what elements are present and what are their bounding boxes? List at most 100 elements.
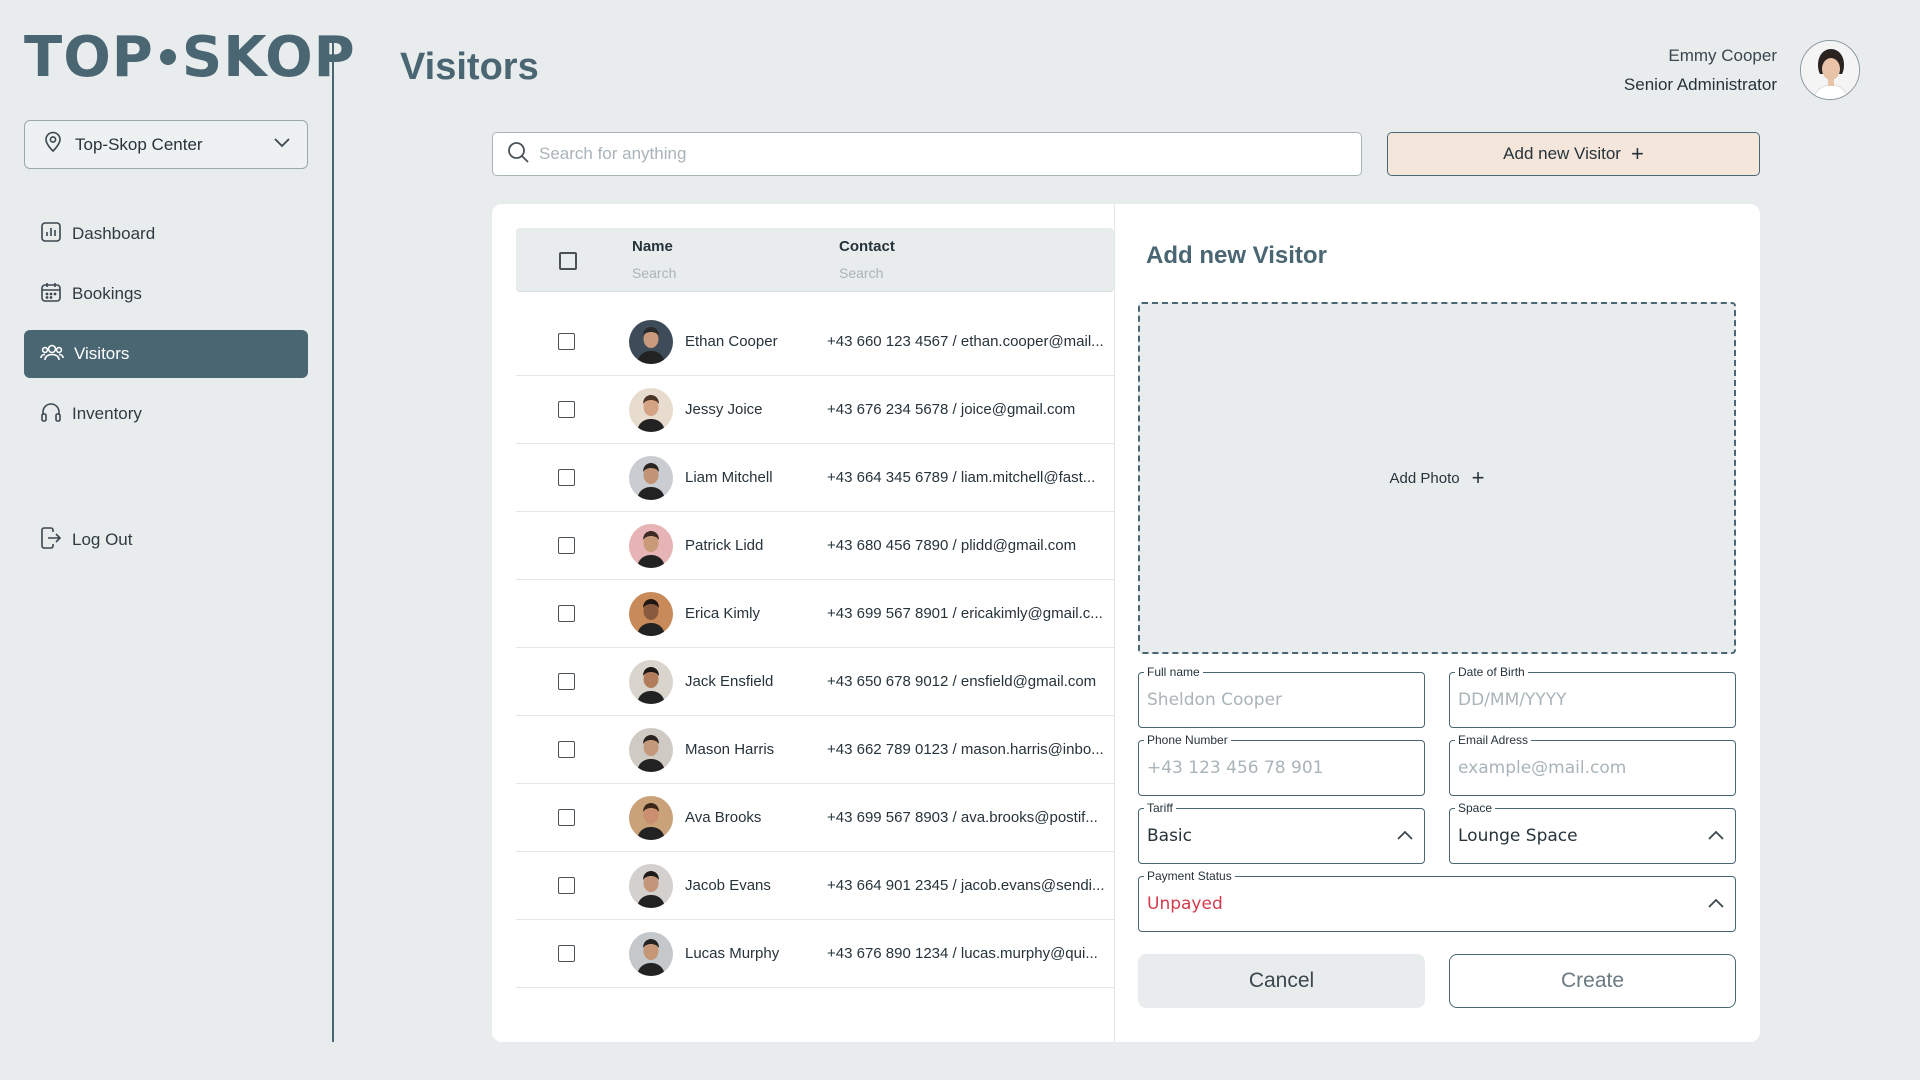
table-row[interactable]: Jack Ensfield +43 650 678 9012 / ensfield… — [516, 648, 1114, 716]
email-input[interactable] — [1458, 758, 1727, 778]
visitor-avatar — [629, 728, 673, 772]
visitors-table: Name Search Contact Search Ethan Cooper +… — [516, 228, 1114, 988]
add-photo-label: Add Photo — [1389, 469, 1460, 487]
visitor-name: Ethan Cooper — [685, 333, 778, 350]
visitor-name: Liam Mitchell — [685, 469, 773, 486]
users-icon — [40, 341, 64, 368]
user-info: Emmy Cooper Senior Administrator — [1624, 46, 1777, 95]
name-column-title: Name — [632, 238, 673, 255]
search-bar[interactable] — [492, 132, 1362, 176]
phone-input[interactable] — [1147, 758, 1416, 778]
location-select[interactable]: Top-Skop Center — [24, 120, 308, 169]
space-select[interactable]: Space Lounge Space — [1449, 801, 1736, 864]
full-name-label: Full name — [1144, 665, 1203, 679]
table-row[interactable]: Liam Mitchell +43 664 345 6789 / liam.mit… — [516, 444, 1114, 512]
visitor-avatar — [629, 524, 673, 568]
row-checkbox[interactable] — [558, 469, 575, 486]
calendar-icon — [40, 281, 62, 308]
sidebar-item-label: Dashboard — [72, 224, 156, 243]
visitor-avatar — [629, 388, 673, 432]
sidebar-item-bookings[interactable]: Bookings — [24, 270, 308, 318]
row-checkbox[interactable] — [558, 741, 575, 758]
chevron-down-icon — [273, 136, 291, 154]
payment-status-value: Unpayed — [1147, 894, 1223, 914]
sidebar-item-label: Inventory — [72, 404, 142, 423]
row-checkbox[interactable] — [558, 809, 575, 826]
visitor-name: Ava Brooks — [685, 809, 762, 826]
row-checkbox[interactable] — [558, 401, 575, 418]
sidebar-item-label: Bookings — [72, 284, 142, 303]
dob-label: Date of Birth — [1455, 665, 1528, 679]
tariff-select[interactable]: Tariff Basic — [1138, 801, 1425, 864]
row-checkbox[interactable] — [558, 673, 575, 690]
visitor-avatar — [629, 456, 673, 500]
add-visitor-label: Add new Visitor — [1503, 144, 1621, 163]
full-name-input[interactable] — [1147, 690, 1416, 710]
logout-button[interactable]: Log Out — [24, 516, 308, 564]
payment-status-select[interactable]: Payment Status Unpayed — [1138, 869, 1736, 932]
visitor-contact: +43 676 234 5678 / joice@gmail.com — [827, 401, 1076, 418]
full-name-field[interactable]: Full name — [1138, 665, 1425, 728]
visitor-name: Patrick Lidd — [685, 537, 764, 554]
sidebar-nav: Dashboard Bookings Visitors Inventory — [24, 210, 308, 450]
sidebar-item-inventory[interactable]: Inventory — [24, 390, 308, 438]
phone-field[interactable]: Phone Number — [1138, 733, 1425, 796]
table-row[interactable]: Ethan Cooper +43 660 123 4567 / ethan.coo… — [516, 308, 1114, 376]
create-button[interactable]: Create — [1449, 954, 1736, 1008]
email-field[interactable]: Email Adress — [1449, 733, 1736, 796]
name-column-search[interactable]: Search — [632, 265, 676, 281]
row-checkbox[interactable] — [558, 605, 575, 622]
table-row[interactable]: Lucas Murphy +43 676 890 1234 / lucas.mur… — [516, 920, 1114, 988]
user-avatar[interactable] — [1800, 40, 1860, 100]
headphones-icon — [40, 401, 62, 428]
table-row[interactable]: Mason Harris +43 662 789 0123 / mason.har… — [516, 716, 1114, 784]
space-value: Lounge Space — [1458, 826, 1578, 846]
visitor-name: Lucas Murphy — [685, 945, 780, 962]
visitor-avatar — [629, 592, 673, 636]
dob-input[interactable] — [1458, 690, 1727, 710]
table-row[interactable]: Ava Brooks +43 699 567 8903 / ava.brooks@… — [516, 784, 1114, 852]
select-all-checkbox[interactable] — [559, 252, 577, 270]
table-body: Ethan Cooper +43 660 123 4567 / ethan.coo… — [516, 308, 1114, 988]
table-row[interactable]: Jacob Evans +43 664 901 2345 / jacob.evan… — [516, 852, 1114, 920]
sidebar-divider — [332, 40, 334, 1042]
panel-divider — [1114, 204, 1115, 1042]
chevron-up-icon — [1705, 825, 1727, 847]
search-input[interactable] — [539, 144, 1361, 164]
tariff-value: Basic — [1147, 826, 1193, 846]
table-header: Name Search Contact Search — [516, 228, 1114, 292]
visitor-contact: +43 650 678 9012 / ensfield@gmail.com — [827, 673, 1097, 690]
chart-icon — [40, 221, 62, 248]
location-label: Top-Skop Center — [75, 134, 203, 154]
visitor-contact: +43 699 567 8901 / ericakimly@gmail.c... — [827, 605, 1103, 622]
sidebar-item-dashboard[interactable]: Dashboard — [24, 210, 308, 258]
table-row[interactable]: Erica Kimly +43 699 567 8901 / ericakimly… — [516, 580, 1114, 648]
contact-column-search[interactable]: Search — [839, 265, 895, 281]
row-checkbox[interactable] — [558, 333, 575, 350]
row-checkbox[interactable] — [558, 877, 575, 894]
visitor-contact: +43 676 890 1234 / lucas.murphy@qui... — [827, 945, 1098, 962]
plus-icon: + — [1630, 141, 1644, 166]
visitor-avatar — [629, 932, 673, 976]
page-title: Visitors — [400, 46, 539, 88]
dob-field[interactable]: Date of Birth — [1449, 665, 1736, 728]
cancel-button[interactable]: Cancel — [1138, 954, 1425, 1008]
add-photo-dropzone[interactable]: Add Photo + — [1138, 302, 1736, 654]
table-row[interactable]: Jessy Joice +43 676 234 5678 / joice@gmai… — [516, 376, 1114, 444]
plus-icon: + — [1471, 465, 1485, 490]
main-panel: Name Search Contact Search Ethan Cooper +… — [492, 204, 1760, 1042]
sidebar-item-visitors[interactable]: Visitors — [24, 330, 308, 378]
visitor-name: Erica Kimly — [685, 605, 761, 622]
payment-status-label: Payment Status — [1144, 869, 1235, 883]
row-checkbox[interactable] — [558, 945, 575, 962]
row-checkbox[interactable] — [558, 537, 575, 554]
table-row[interactable]: Patrick Lidd +43 680 456 7890 / plidd@gma… — [516, 512, 1114, 580]
user-name: Emmy Cooper — [1668, 46, 1777, 65]
add-visitor-button[interactable]: Add new Visitor + — [1387, 132, 1760, 176]
contact-column-title: Contact — [839, 238, 895, 255]
chevron-up-icon — [1394, 825, 1416, 847]
logout-label: Log Out — [72, 530, 133, 549]
chevron-up-icon — [1705, 893, 1727, 915]
app-logo: TOP SKOP — [24, 30, 356, 86]
visitor-avatar — [629, 796, 673, 840]
